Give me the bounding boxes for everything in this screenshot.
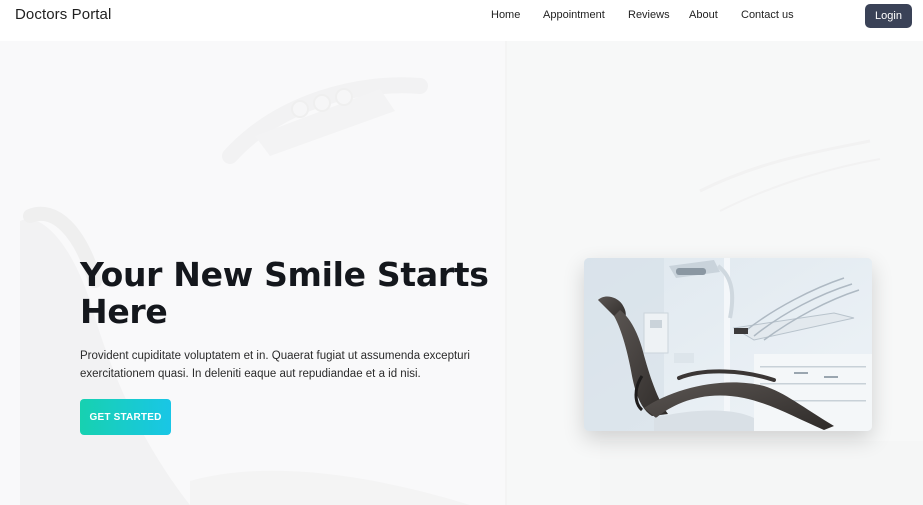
nav-link-appointment[interactable]: Appointment xyxy=(543,9,605,21)
nav-link-contact-us[interactable]: Contact us xyxy=(741,9,794,21)
dental-chair-image xyxy=(584,258,872,431)
navbar: Doctors Portal Home Appointment Reviews … xyxy=(0,0,923,32)
hero-section: Your New Smile Starts Here Provident cup… xyxy=(0,41,923,505)
nav-link-home[interactable]: Home xyxy=(491,9,520,21)
nav-link-reviews[interactable]: Reviews xyxy=(628,9,670,21)
get-started-button[interactable]: GET STARTED xyxy=(80,399,171,435)
hero-title: Your New Smile Starts Here xyxy=(80,255,489,331)
nav-link-about[interactable]: About xyxy=(689,9,718,21)
login-button[interactable]: Login xyxy=(865,4,912,28)
hero-description: Provident cupiditate voluptatem et in. Q… xyxy=(80,350,470,380)
nav-links: Home Appointment Reviews About Contact u… xyxy=(0,9,923,23)
